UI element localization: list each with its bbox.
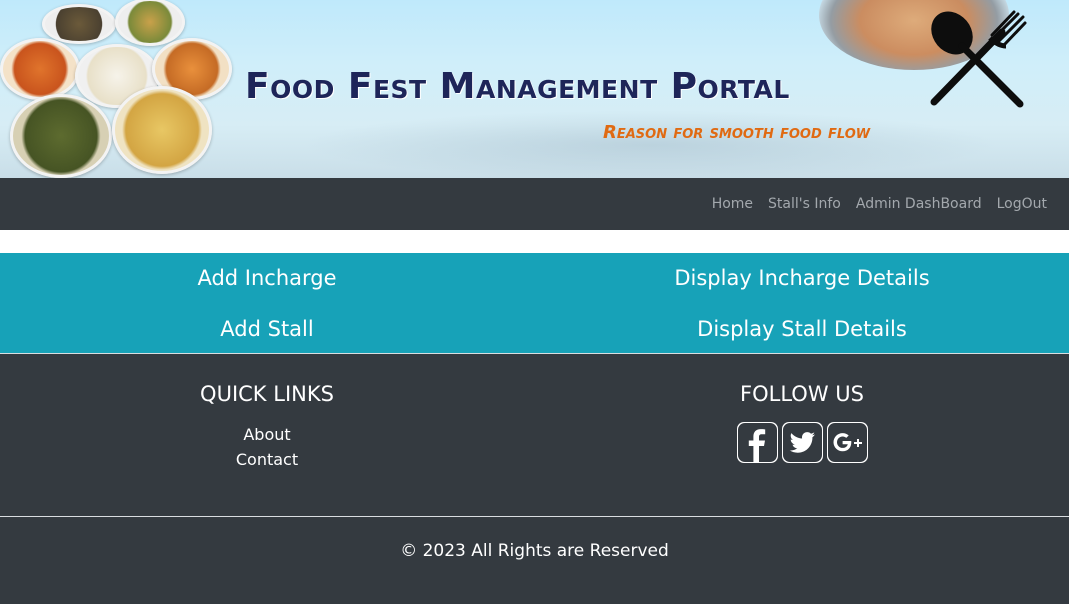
display-incharge-details-link[interactable]: Display Incharge Details	[535, 266, 1069, 290]
admin-actions-panel: Add Incharge Display Incharge Details Ad…	[0, 253, 1069, 353]
footer: QUICK LINKS About Contact FOLLOW US © 20…	[0, 353, 1069, 604]
copyright-text: © 2023 All Rights are Reserved	[400, 541, 669, 561]
dish-image	[112, 86, 212, 174]
add-incharge-link[interactable]: Add Incharge	[0, 266, 534, 290]
footer-divider	[0, 516, 1069, 517]
nav-logout[interactable]: LogOut	[997, 196, 1047, 212]
follow-us-heading: FOLLOW US	[740, 382, 864, 406]
quick-links-heading: QUICK LINKS	[200, 382, 334, 406]
navbar: Home Stall's Info Admin DashBoard LogOut	[0, 178, 1069, 230]
nav-admin-dashboard[interactable]: Admin DashBoard	[856, 196, 982, 212]
dish-image	[42, 4, 116, 44]
spoon-fork-icon	[930, 10, 1027, 108]
follow-us-section: FOLLOW US	[535, 382, 1069, 463]
banner-background	[300, 110, 1000, 178]
quick-links-section: QUICK LINKS About Contact	[0, 382, 534, 472]
site-tagline: Reason for smooth food flow	[603, 122, 871, 143]
quick-links-list: About Contact	[0, 422, 534, 472]
nav-stalls-info[interactable]: Stall's Info	[768, 196, 841, 212]
facebook-icon[interactable]	[736, 422, 778, 463]
google-plus-icon[interactable]	[826, 422, 868, 463]
site-title: Food Fest Management Portal	[245, 66, 790, 107]
social-icons	[535, 422, 1069, 463]
display-stall-details-link[interactable]: Display Stall Details	[535, 317, 1069, 341]
add-stall-link[interactable]: Add Stall	[0, 317, 534, 341]
dish-image	[0, 38, 80, 100]
contact-link[interactable]: Contact	[0, 447, 534, 472]
about-link[interactable]: About	[0, 422, 534, 447]
dish-image	[115, 0, 185, 46]
twitter-icon[interactable]	[781, 422, 823, 463]
dish-image	[10, 94, 112, 178]
nav-links: Home Stall's Info Admin DashBoard LogOut	[697, 178, 1047, 230]
nav-home[interactable]: Home	[712, 196, 753, 212]
header-banner: Food Fest Management Portal Reason for s…	[0, 0, 1069, 178]
